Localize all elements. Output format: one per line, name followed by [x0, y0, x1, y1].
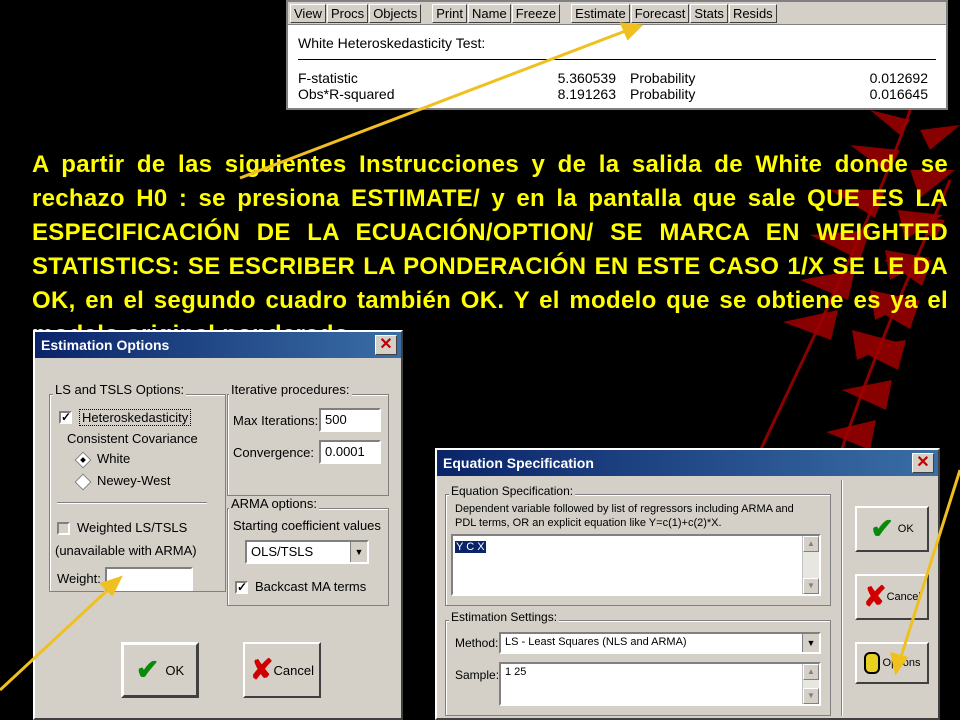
- ok-button[interactable]: ✔ OK: [121, 642, 199, 698]
- cancel-button[interactable]: ✘ Cancel: [855, 574, 929, 620]
- heteroskedasticity-checkbox[interactable]: ✓: [59, 411, 72, 424]
- separator: [841, 480, 843, 716]
- equation-specification-dialog: Equation Specification ✕ Equation Specif…: [435, 448, 940, 720]
- method-label: Method:: [455, 636, 499, 650]
- convergence-input[interactable]: 0.0001: [319, 440, 381, 464]
- scroll-down-icon[interactable]: ▼: [803, 578, 819, 594]
- backcast-ma-checkbox[interactable]: ✓: [235, 581, 248, 594]
- sample-label: Sample:: [455, 668, 500, 682]
- scrollbar[interactable]: ▲ ▼: [802, 664, 819, 704]
- equation-spec-help: Dependent variable followed by list of r…: [455, 503, 794, 529]
- stat-label: Obs*R-squared: [298, 86, 395, 102]
- ok-button[interactable]: ✔ OK: [855, 506, 929, 552]
- toolbar-forecast-button[interactable]: Forecast: [630, 3, 690, 23]
- method-select[interactable]: LS - Least Squares (NLS and ARMA) ▼: [499, 632, 821, 654]
- cancel-label: Cancel: [886, 591, 921, 603]
- estimation-options-dialog: Estimation Options ✕ LS and TSLS Options…: [33, 330, 403, 720]
- toolbar-estimate-button[interactable]: Estimate: [571, 3, 630, 23]
- ls-options-label: LS and TSLS Options:: [53, 382, 187, 397]
- estimation-settings-label: Estimation Settings:: [449, 610, 560, 624]
- scroll-up-icon[interactable]: ▲: [803, 664, 819, 680]
- toolbar-view-button[interactable]: View: [290, 3, 326, 23]
- starting-coef-label: Starting coefficient values: [233, 518, 381, 533]
- iterative-procedures-label: Iterative procedures:: [229, 382, 352, 397]
- eviews-output-content: White Heteroskedasticity Test: F-statist…: [288, 25, 946, 106]
- convergence-label: Convergence:: [233, 445, 314, 460]
- white-label: White: [97, 451, 131, 466]
- cross-icon: ✘: [863, 581, 887, 612]
- weight-input[interactable]: [105, 567, 193, 591]
- eviews-toolbar: View Procs Objects Print Name Freeze Est…: [288, 2, 946, 25]
- equation-specification-titlebar: Equation Specification ✕: [437, 450, 938, 476]
- estimation-options-titlebar: Estimation Options ✕: [35, 332, 401, 358]
- newey-west-label: Newey-West: [97, 473, 171, 488]
- consistent-covariance-label: Consistent Covariance: [67, 431, 198, 446]
- ok-label: OK: [165, 662, 185, 678]
- scroll-down-icon[interactable]: ▼: [803, 688, 819, 704]
- toolbar-objects-button[interactable]: Objects: [369, 3, 422, 23]
- scrollbar[interactable]: ▲ ▼: [802, 536, 819, 594]
- equation-spec-value: Y C X: [455, 541, 486, 553]
- equation-specification-title: Equation Specification: [443, 455, 594, 471]
- eviews-output-window: View Procs Objects Print Name Freeze Est…: [286, 0, 948, 110]
- equation-spec-label: Equation Specification:: [449, 484, 576, 498]
- weighted-ls-checkbox[interactable]: [57, 522, 70, 535]
- max-iterations-label: Max Iterations:: [233, 413, 319, 428]
- cancel-button[interactable]: ✘ Cancel: [243, 642, 321, 698]
- toolbar-resids-button[interactable]: Resids: [728, 3, 777, 23]
- ok-label: OK: [897, 523, 914, 535]
- result-row: Obs*R-squared 8.191263 Probability 0.016…: [298, 86, 936, 102]
- heteroskedasticity-label: Heteroskedasticity: [79, 409, 192, 426]
- result-row: F-statistic 5.360539 Probability 0.01269…: [298, 70, 936, 86]
- weight-label: Weight:: [57, 571, 101, 586]
- toolbar-name-button[interactable]: Name: [468, 3, 511, 23]
- checkmark-icon: ✔: [870, 513, 894, 544]
- cancel-label: Cancel: [273, 662, 314, 678]
- close-icon[interactable]: ✕: [375, 335, 397, 355]
- stat-value: 8.191263: [557, 86, 616, 102]
- backcast-ma-label: Backcast MA terms: [255, 579, 367, 594]
- chevron-down-icon[interactable]: ▼: [350, 542, 367, 562]
- scroll-up-icon[interactable]: ▲: [803, 536, 819, 552]
- method-value: LS - Least Squares (NLS and ARMA): [505, 636, 687, 648]
- weighted-ls-label: Weighted LS/TSLS: [77, 520, 188, 535]
- estimation-options-title: Estimation Options: [41, 337, 170, 353]
- unavailable-arma-label: (unavailable with ARMA): [55, 543, 197, 558]
- divider: [298, 59, 936, 60]
- stat-value: 5.360539: [557, 70, 616, 86]
- prob-label: Probability: [630, 70, 696, 86]
- starting-coef-value: OLS/TSLS: [251, 544, 314, 559]
- stat-label: F-statistic: [298, 70, 358, 86]
- options-label: Options: [882, 657, 921, 669]
- toolbar-freeze-button[interactable]: Freeze: [511, 3, 561, 23]
- white-test-title: White Heteroskedasticity Test:: [298, 35, 486, 51]
- prob-value: 0.012692: [869, 70, 928, 86]
- checkmark-icon: ✔: [135, 654, 160, 685]
- toolbar-print-button[interactable]: Print: [432, 3, 467, 23]
- prob-value: 0.016645: [869, 86, 928, 102]
- toolbar-stats-button[interactable]: Stats: [690, 3, 728, 23]
- sample-value: 1 25: [505, 666, 527, 678]
- sample-input[interactable]: 1 25 ▲ ▼: [499, 662, 821, 706]
- arma-options-label: ARMA options:: [229, 496, 319, 511]
- options-button[interactable]: Options: [855, 642, 929, 684]
- chevron-down-icon[interactable]: ▼: [802, 634, 819, 652]
- starting-coef-select[interactable]: OLS/TSLS ▼: [245, 540, 369, 564]
- options-icon: [863, 652, 880, 674]
- prob-label: Probability: [630, 86, 696, 102]
- cross-icon: ✘: [250, 654, 274, 685]
- instruction-paragraph: A partir de las siguientes Instrucciones…: [32, 151, 948, 348]
- close-icon[interactable]: ✕: [912, 453, 934, 473]
- max-iterations-input[interactable]: 500: [319, 408, 381, 432]
- toolbar-procs-button[interactable]: Procs: [326, 3, 369, 23]
- equation-spec-input[interactable]: Y C X ▲ ▼: [451, 534, 821, 596]
- separator: [57, 502, 207, 504]
